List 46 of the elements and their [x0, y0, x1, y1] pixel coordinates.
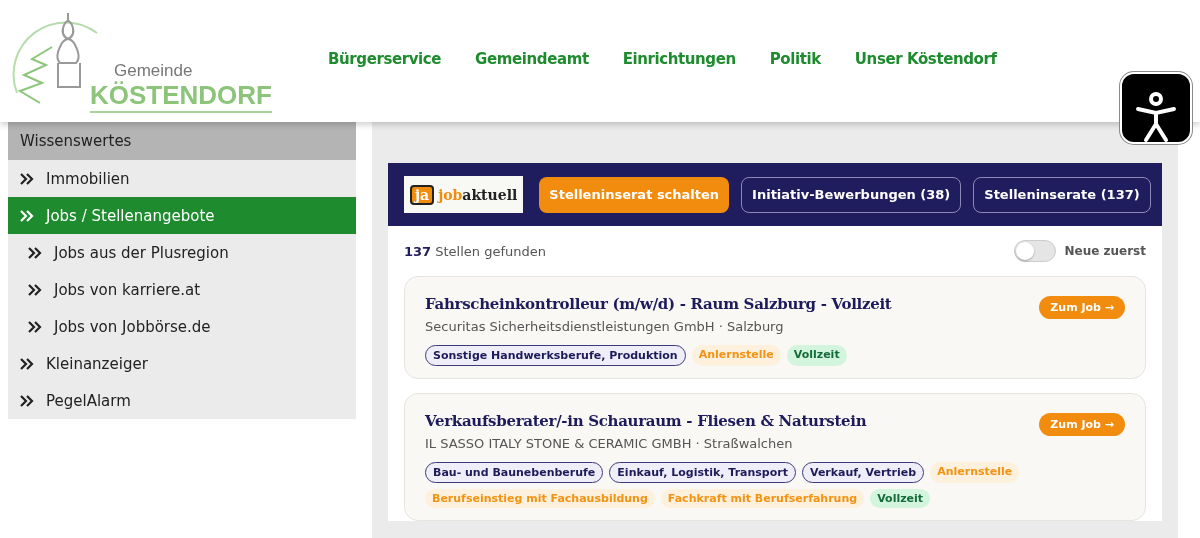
double-chevron-icon — [28, 283, 42, 296]
nav-button[interactable]: Stelleninserate (137) — [973, 176, 1151, 213]
logo-subtitle: Gemeinde — [114, 61, 194, 81]
job-button[interactable]: Zum Job → — [1039, 296, 1125, 319]
sidebar-heading: Wissenswertes — [8, 122, 356, 160]
nav-button[interactable]: Initiativ-Bewerbungen (38) — [741, 176, 962, 213]
category-tag: Bau- und Baunebenberufe — [425, 462, 604, 483]
double-chevron-icon — [20, 394, 34, 407]
level-tag: Fachkraft mit Berufserfahrung — [660, 489, 865, 508]
job-company: IL SASSO ITALY STONE & CERAMIC GMBH · Straßwalchen — [425, 436, 793, 451]
double-chevron-icon — [28, 246, 42, 259]
job-company: Securitas Sicherheitsdienstleistungen GmbH · Salzburg — [425, 319, 784, 334]
toggle-label: Neue zuerst — [1064, 244, 1146, 258]
sidebar-item[interactable]: PegelAlarm — [8, 382, 356, 419]
sidebar-item[interactable]: Jobs / Stellenangebote — [8, 197, 356, 234]
sidebar-item[interactable]: Jobs von Jobbörse.de — [8, 308, 356, 345]
nav-link[interactable]: Gemeindeamt — [475, 50, 589, 68]
level-tag: Anlernstelle — [691, 345, 781, 366]
level-tag: Berufseinstieg mit Fachausbildung — [425, 489, 655, 508]
sidebar-item[interactable]: Kleinanzeiger — [8, 345, 356, 382]
result-count: 137 Stellen gefunden — [404, 243, 546, 259]
nav-link[interactable]: Einrichtungen — [622, 50, 736, 68]
sidebar-item[interactable]: Jobs aus der Plusregion — [8, 234, 356, 271]
category-tag: Einkauf, Logistik, Transport — [609, 462, 796, 483]
category-tag: Verkauf, Vertrieb — [801, 462, 925, 483]
job-title: Fahrscheinkontrolleur (m/w/d) - Raum Salzburg - Vollzeit — [425, 295, 892, 313]
toggle-switch[interactable] — [1014, 240, 1057, 262]
job-title: Verkaufsberater/-in Schauraum - Fliesen & Naturstein — [425, 412, 867, 430]
double-chevron-icon — [20, 209, 34, 222]
jobaktuell-logo: ja jobaktuell — [404, 176, 524, 213]
post-job-button[interactable]: Stelleninserat schalten — [539, 176, 730, 213]
hours-tag: Vollzeit — [870, 489, 931, 508]
nav-link[interactable]: Unser Köstendorf — [854, 50, 997, 68]
nav-link[interactable]: Politik — [769, 50, 821, 68]
sidebar-item[interactable]: Immobilien — [8, 160, 356, 197]
level-tag: Anlernstelle — [930, 462, 1020, 483]
nav-link[interactable]: Bürgerservice — [328, 50, 442, 68]
sidebar-item[interactable]: Jobs von karriere.at — [8, 271, 356, 308]
job-button[interactable]: Zum Job → — [1039, 413, 1125, 436]
hours-tag: Vollzeit — [786, 345, 847, 366]
double-chevron-icon — [20, 172, 34, 185]
category-tag: Sonstige Handwerksberufe, Produktion — [425, 345, 686, 366]
accessibility-button[interactable] — [1120, 72, 1192, 144]
double-chevron-icon — [28, 320, 42, 333]
double-chevron-icon — [20, 357, 34, 370]
logo-title: KÖSTENDORF — [90, 81, 272, 113]
